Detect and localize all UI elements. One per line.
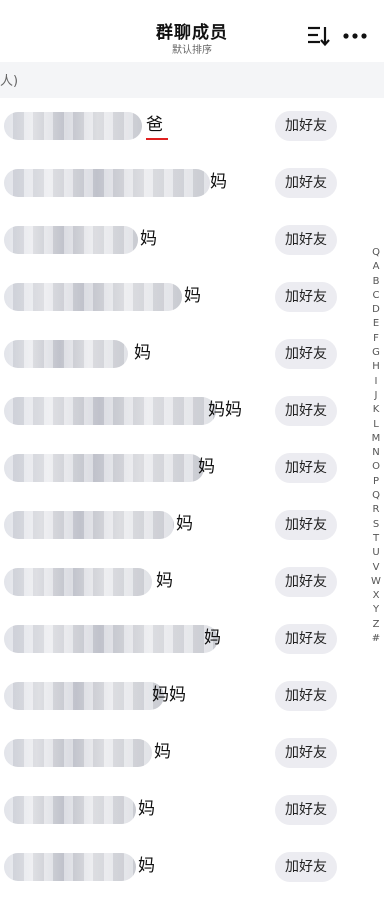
blurred-member-name [4, 340, 128, 368]
index-letter[interactable]: B [366, 275, 384, 289]
blurred-member-name [4, 625, 218, 653]
member-row[interactable]: 妈 加好友 [0, 839, 384, 896]
member-name: 妈 [204, 628, 221, 648]
member-name: 妈 [176, 514, 193, 534]
spellcheck-underline [146, 138, 168, 140]
sort-icon[interactable] [306, 24, 332, 48]
index-letter[interactable]: E [366, 317, 384, 331]
index-letter[interactable]: Y [366, 603, 384, 617]
index-letter[interactable]: Q [366, 489, 384, 503]
index-letter[interactable]: A [366, 260, 384, 274]
alphabet-index[interactable]: Q A B C D E F G H I J K L M N O P Q R S T U V W X Y Z # [366, 246, 384, 646]
member-row[interactable]: 妈 加好友 [0, 155, 384, 212]
index-letter[interactable]: M [366, 432, 384, 446]
index-letter[interactable]: W [366, 575, 384, 589]
member-row[interactable]: 爸 加好友 [0, 98, 384, 155]
index-letter[interactable]: U [366, 546, 384, 560]
add-friend-button[interactable]: 加好友 [275, 282, 337, 312]
add-friend-button[interactable]: 加好友 [275, 852, 337, 882]
blurred-member-name [4, 283, 182, 311]
add-friend-button[interactable]: 加好友 [275, 624, 337, 654]
index-letter[interactable]: H [366, 360, 384, 374]
index-letter[interactable]: J [366, 389, 384, 403]
add-friend-button[interactable]: 加好友 [275, 738, 337, 768]
blurred-member-name [4, 511, 174, 539]
add-friend-button[interactable]: 加好友 [275, 111, 337, 141]
index-letter[interactable]: T [366, 532, 384, 546]
index-letter[interactable]: # [366, 632, 384, 646]
add-friend-button[interactable]: 加好友 [275, 225, 337, 255]
member-row[interactable]: 妈 加好友 [0, 440, 384, 497]
section-header: 人) [0, 62, 384, 98]
member-row[interactable]: 妈妈 加好友 [0, 383, 384, 440]
member-row[interactable]: 妈 加好友 [0, 497, 384, 554]
member-name: 妈 [210, 172, 227, 192]
top-bar: 群聊成员 默认排序 [0, 0, 384, 62]
member-name: 爸 [146, 115, 163, 135]
member-row[interactable]: 妈 加好友 [0, 269, 384, 326]
index-letter[interactable]: I [366, 375, 384, 389]
member-name: 妈 [198, 457, 215, 477]
member-name: 妈 [156, 571, 173, 591]
member-name: 妈 [138, 856, 155, 876]
index-letter[interactable]: V [366, 561, 384, 575]
member-name: 妈妈 [208, 400, 242, 420]
member-row[interactable]: 妈 加好友 [0, 554, 384, 611]
add-friend-button[interactable]: 加好友 [275, 168, 337, 198]
member-count-label: 人) [0, 74, 19, 89]
blurred-member-name [4, 853, 136, 881]
add-friend-button[interactable]: 加好友 [275, 510, 337, 540]
index-letter[interactable]: D [366, 303, 384, 317]
index-letter[interactable]: P [366, 475, 384, 489]
add-friend-button[interactable]: 加好友 [275, 567, 337, 597]
member-list: 爸加好友妈加好友妈加好友妈加好友妈加好友 妈妈 加好友妈加好友妈加好友妈加好友妈加好… [0, 98, 384, 896]
member-name: 妈 [184, 286, 201, 306]
member-name: 妈 [134, 343, 151, 363]
member-name: 妈 [154, 742, 171, 762]
more-options-icon[interactable] [342, 28, 368, 42]
blurred-member-name [4, 397, 216, 425]
index-letter[interactable]: G [366, 346, 384, 360]
blurred-member-name [4, 682, 164, 710]
index-letter[interactable]: Z [366, 618, 384, 632]
index-letter[interactable]: S [366, 518, 384, 532]
index-letter[interactable]: K [366, 403, 384, 417]
add-friend-button[interactable]: 加好友 [275, 339, 337, 369]
blurred-member-name [4, 796, 136, 824]
add-friend-button[interactable]: 加好友 [275, 795, 337, 825]
blurred-member-name [4, 169, 210, 197]
member-row[interactable]: 妈 加好友 [0, 611, 384, 668]
index-letter[interactable]: C [366, 289, 384, 303]
index-search-icon[interactable]: Q [366, 246, 384, 260]
index-letter[interactable]: R [366, 503, 384, 517]
member-name: 妈妈 [152, 685, 186, 705]
member-row[interactable]: 妈妈 加好友 [0, 668, 384, 725]
member-name: 妈 [138, 799, 155, 819]
member-row[interactable]: 妈 加好友 [0, 326, 384, 383]
blurred-member-name [4, 739, 152, 767]
index-letter[interactable]: N [366, 446, 384, 460]
blurred-member-name [4, 112, 142, 140]
member-row[interactable]: 妈 加好友 [0, 725, 384, 782]
blurred-member-name [4, 226, 138, 254]
index-letter[interactable]: X [366, 589, 384, 603]
add-friend-button[interactable]: 加好友 [275, 681, 337, 711]
blurred-member-name [4, 568, 152, 596]
blurred-member-name [4, 454, 204, 482]
add-friend-button[interactable]: 加好友 [275, 453, 337, 483]
member-row[interactable]: 妈 加好友 [0, 212, 384, 269]
member-name: 妈 [140, 229, 157, 249]
add-friend-button[interactable]: 加好友 [275, 396, 337, 426]
index-letter[interactable]: L [366, 418, 384, 432]
index-letter[interactable]: F [366, 332, 384, 346]
index-letter[interactable]: O [366, 460, 384, 474]
member-row[interactable]: 妈 加好友 [0, 782, 384, 839]
